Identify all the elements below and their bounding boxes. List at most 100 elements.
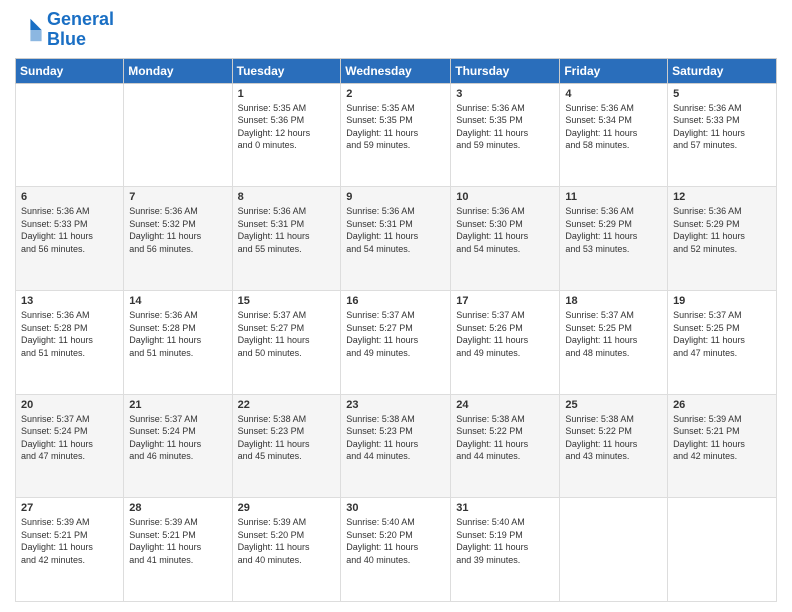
day-cell: 31 Sunrise: 5:40 AM Sunset: 5:19 PM Dayli… (451, 498, 560, 602)
day-number: 24 (456, 399, 554, 411)
day-detail: Sunrise: 5:36 AM Sunset: 5:33 PM Dayligh… (673, 102, 771, 152)
day-number: 17 (456, 295, 554, 307)
day-detail: Sunrise: 5:37 AM Sunset: 5:27 PM Dayligh… (346, 309, 445, 359)
day-number: 2 (346, 88, 445, 100)
day-cell: 9 Sunrise: 5:36 AM Sunset: 5:31 PM Daylig… (341, 187, 451, 291)
day-cell: 4 Sunrise: 5:36 AM Sunset: 5:34 PM Daylig… (560, 83, 668, 187)
calendar-table: SundayMondayTuesdayWednesdayThursdayFrid… (15, 58, 777, 602)
day-number: 26 (673, 399, 771, 411)
col-header-sunday: Sunday (16, 58, 124, 83)
day-detail: Sunrise: 5:36 AM Sunset: 5:32 PM Dayligh… (129, 205, 226, 255)
day-cell: 20Sunrise: 5:37 AM Sunset: 5:24 PM Dayli… (16, 394, 124, 498)
col-header-monday: Monday (124, 58, 232, 83)
day-cell: 2 Sunrise: 5:35 AM Sunset: 5:35 PM Daylig… (341, 83, 451, 187)
day-detail: Sunrise: 5:40 AM Sunset: 5:20 PM Dayligh… (346, 516, 445, 566)
logo-icon (15, 16, 43, 44)
day-number: 23 (346, 399, 445, 411)
day-detail: Sunrise: 5:36 AM Sunset: 5:31 PM Dayligh… (346, 205, 445, 255)
logo-text: General Blue (47, 10, 114, 50)
day-detail: Sunrise: 5:38 AM Sunset: 5:22 PM Dayligh… (565, 413, 662, 463)
day-cell: 29 Sunrise: 5:39 AM Sunset: 5:20 PM Dayli… (232, 498, 341, 602)
day-detail: Sunrise: 5:36 AM Sunset: 5:30 PM Dayligh… (456, 205, 554, 255)
day-number: 10 (456, 191, 554, 203)
day-cell (668, 498, 777, 602)
day-cell (124, 83, 232, 187)
col-header-tuesday: Tuesday (232, 58, 341, 83)
day-detail: Sunrise: 5:37 AM Sunset: 5:27 PM Dayligh… (238, 309, 336, 359)
col-header-saturday: Saturday (668, 58, 777, 83)
day-cell: 14 Sunrise: 5:36 AM Sunset: 5:28 PM Dayli… (124, 290, 232, 394)
day-detail: Sunrise: 5:37 AM Sunset: 5:25 PM Dayligh… (673, 309, 771, 359)
day-detail: Sunrise: 5:39 AM Sunset: 5:21 PM Dayligh… (21, 516, 118, 566)
day-detail: Sunrise: 5:35 AM Sunset: 5:36 PM Dayligh… (238, 102, 336, 152)
day-detail: Sunrise: 5:36 AM Sunset: 5:34 PM Dayligh… (565, 102, 662, 152)
day-detail: Sunrise: 5:38 AM Sunset: 5:23 PM Dayligh… (238, 413, 336, 463)
day-cell: 27 Sunrise: 5:39 AM Sunset: 5:21 PM Dayli… (16, 498, 124, 602)
col-header-thursday: Thursday (451, 58, 560, 83)
day-cell: 13 Sunrise: 5:36 AM Sunset: 5:28 PM Dayli… (16, 290, 124, 394)
day-number: 16 (346, 295, 445, 307)
day-detail: Sunrise: 5:36 AM Sunset: 5:33 PM Dayligh… (21, 205, 118, 255)
day-number: 29 (238, 502, 336, 514)
day-cell: 1Sunrise: 5:35 AM Sunset: 5:36 PM Daylig… (232, 83, 341, 187)
day-number: 8 (238, 191, 336, 203)
day-detail: Sunrise: 5:39 AM Sunset: 5:21 PM Dayligh… (673, 413, 771, 463)
day-number: 5 (673, 88, 771, 100)
day-number: 21 (129, 399, 226, 411)
day-number: 13 (21, 295, 118, 307)
day-cell: 5 Sunrise: 5:36 AM Sunset: 5:33 PM Daylig… (668, 83, 777, 187)
day-detail: Sunrise: 5:36 AM Sunset: 5:28 PM Dayligh… (21, 309, 118, 359)
day-number: 31 (456, 502, 554, 514)
day-cell (560, 498, 668, 602)
day-cell (16, 83, 124, 187)
col-header-wednesday: Wednesday (341, 58, 451, 83)
day-detail: Sunrise: 5:37 AM Sunset: 5:25 PM Dayligh… (565, 309, 662, 359)
page: General Blue SundayMondayTuesdayWednesda… (0, 0, 792, 612)
day-number: 3 (456, 88, 554, 100)
day-number: 6 (21, 191, 118, 203)
day-detail: Sunrise: 5:40 AM Sunset: 5:19 PM Dayligh… (456, 516, 554, 566)
day-detail: Sunrise: 5:39 AM Sunset: 5:20 PM Dayligh… (238, 516, 336, 566)
day-cell: 12 Sunrise: 5:36 AM Sunset: 5:29 PM Dayli… (668, 187, 777, 291)
logo: General Blue (15, 10, 114, 50)
day-cell: 6 Sunrise: 5:36 AM Sunset: 5:33 PM Daylig… (16, 187, 124, 291)
day-detail: Sunrise: 5:38 AM Sunset: 5:23 PM Dayligh… (346, 413, 445, 463)
day-cell: 7 Sunrise: 5:36 AM Sunset: 5:32 PM Daylig… (124, 187, 232, 291)
week-row-1: 1Sunrise: 5:35 AM Sunset: 5:36 PM Daylig… (16, 83, 777, 187)
day-number: 14 (129, 295, 226, 307)
day-number: 12 (673, 191, 771, 203)
day-cell: 15 Sunrise: 5:37 AM Sunset: 5:27 PM Dayli… (232, 290, 341, 394)
day-cell: 18 Sunrise: 5:37 AM Sunset: 5:25 PM Dayli… (560, 290, 668, 394)
day-number: 30 (346, 502, 445, 514)
header-row: SundayMondayTuesdayWednesdayThursdayFrid… (16, 58, 777, 83)
day-cell: 26 Sunrise: 5:39 AM Sunset: 5:21 PM Dayli… (668, 394, 777, 498)
day-number: 19 (673, 295, 771, 307)
day-cell: 30 Sunrise: 5:40 AM Sunset: 5:20 PM Dayli… (341, 498, 451, 602)
day-cell: 23 Sunrise: 5:38 AM Sunset: 5:23 PM Dayli… (341, 394, 451, 498)
day-number: 15 (238, 295, 336, 307)
day-cell: 16 Sunrise: 5:37 AM Sunset: 5:27 PM Dayli… (341, 290, 451, 394)
day-number: 7 (129, 191, 226, 203)
day-cell: 21Sunrise: 5:37 AM Sunset: 5:24 PM Dayli… (124, 394, 232, 498)
week-row-3: 13 Sunrise: 5:36 AM Sunset: 5:28 PM Dayli… (16, 290, 777, 394)
day-cell: 10 Sunrise: 5:36 AM Sunset: 5:30 PM Dayli… (451, 187, 560, 291)
day-number: 9 (346, 191, 445, 203)
day-number: 22 (238, 399, 336, 411)
day-detail: Sunrise: 5:37 AM Sunset: 5:26 PM Dayligh… (456, 309, 554, 359)
day-cell: 17 Sunrise: 5:37 AM Sunset: 5:26 PM Dayli… (451, 290, 560, 394)
week-row-5: 27 Sunrise: 5:39 AM Sunset: 5:21 PM Dayli… (16, 498, 777, 602)
day-detail: Sunrise: 5:36 AM Sunset: 5:28 PM Dayligh… (129, 309, 226, 359)
day-cell: 8Sunrise: 5:36 AM Sunset: 5:31 PM Daylig… (232, 187, 341, 291)
day-detail: Sunrise: 5:35 AM Sunset: 5:35 PM Dayligh… (346, 102, 445, 152)
day-number: 20 (21, 399, 118, 411)
day-number: 27 (21, 502, 118, 514)
day-detail: Sunrise: 5:36 AM Sunset: 5:29 PM Dayligh… (673, 205, 771, 255)
day-cell: 3Sunrise: 5:36 AM Sunset: 5:35 PM Daylig… (451, 83, 560, 187)
day-number: 28 (129, 502, 226, 514)
day-cell: 28 Sunrise: 5:39 AM Sunset: 5:21 PM Dayli… (124, 498, 232, 602)
day-number: 25 (565, 399, 662, 411)
day-number: 4 (565, 88, 662, 100)
day-detail: Sunrise: 5:39 AM Sunset: 5:21 PM Dayligh… (129, 516, 226, 566)
day-cell: 19 Sunrise: 5:37 AM Sunset: 5:25 PM Dayli… (668, 290, 777, 394)
day-number: 18 (565, 295, 662, 307)
